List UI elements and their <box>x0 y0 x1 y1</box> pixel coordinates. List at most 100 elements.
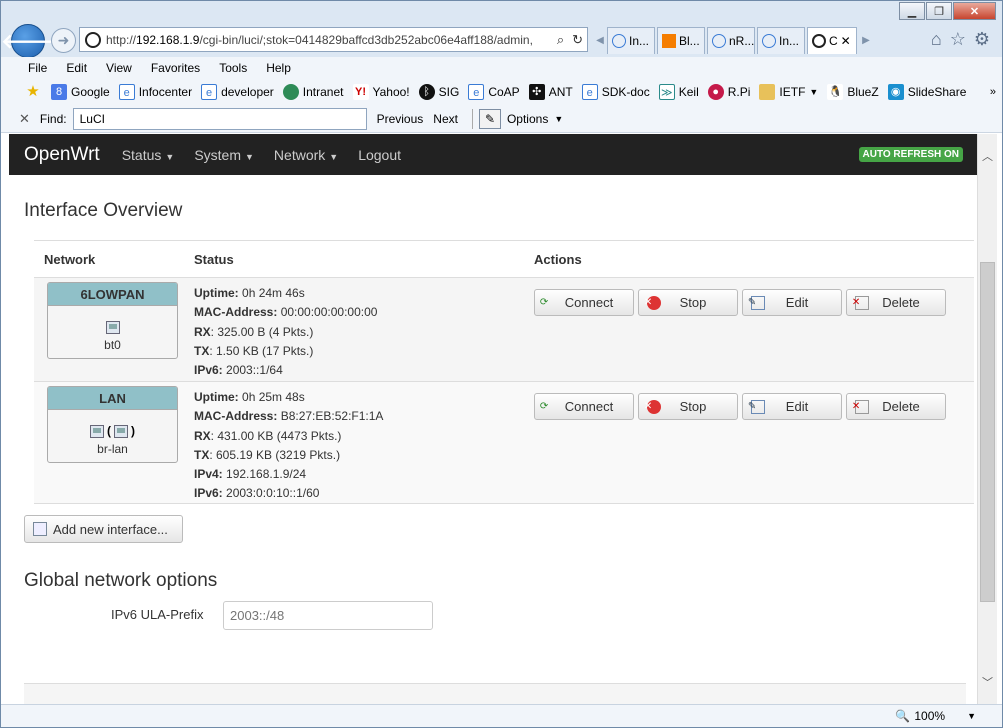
add-interface-button[interactable]: Add new interface... <box>24 515 183 543</box>
status-rx: RX: 431.00 KB (4473 Pkts.) <box>194 428 342 443</box>
delete-button[interactable]: ✕ Delete <box>846 289 946 316</box>
find-next-button[interactable]: Next <box>433 112 458 126</box>
menu-edit[interactable]: Edit <box>66 61 87 75</box>
connect-button[interactable]: ⟳ Connect <box>534 289 634 316</box>
fav-bluez[interactable]: 🐧 BlueZ <box>827 84 879 100</box>
fav-sdk-doc[interactable]: e SDK-doc <box>581 84 650 100</box>
network-cell: 6LOWPAN bt0 <box>34 278 184 381</box>
nav-logout[interactable]: Logout <box>358 147 401 163</box>
scroll-up-icon[interactable]: ︿ <box>978 148 997 164</box>
fav-ietf[interactable]: IETF ▼ <box>759 84 818 100</box>
tab-3[interactable]: nR... <box>707 27 755 54</box>
add-favorite-icon[interactable]: ★ <box>25 84 45 100</box>
minimize-icon[interactable]: ▁ <box>899 2 925 20</box>
chevron-down-icon: ▼ <box>809 87 819 97</box>
nav-status[interactable]: Status ▼ <box>122 147 175 163</box>
navigation-row: 🡐 ➜ http://192.168.1.9/cgi-bin/luci/;sto… <box>1 23 1002 58</box>
edit-icon: ✎ <box>748 399 765 414</box>
chevron-down-icon: ▼ <box>967 711 976 721</box>
vertical-scrollbar[interactable]: ︿ ﹀ <box>977 134 997 704</box>
interface-table: Network Status Actions 6LOWPAN bt0 Uptim… <box>34 240 974 504</box>
highlight-pencil-icon[interactable]: ✎ <box>478 108 501 129</box>
status-tx: TX: 1.50 KB (17 Pkts.) <box>194 343 314 358</box>
browser-tools: ⌂ ☆ ⚙ <box>931 29 990 50</box>
refresh-icon[interactable]: ↻ <box>568 32 587 48</box>
col-network: Network <box>44 251 96 267</box>
tab-4[interactable]: In... <box>757 27 805 54</box>
close-window-icon[interactable]: ✕ <box>953 2 996 20</box>
ula-prefix-input[interactable] <box>223 601 433 630</box>
reload-icon: ⟳ <box>539 401 549 412</box>
ula-prefix-label: IPv6 ULA-Prefix <box>111 607 204 622</box>
menu-tools[interactable]: Tools <box>219 61 247 75</box>
menu-help[interactable]: Help <box>266 61 291 75</box>
fav-developer[interactable]: e developer <box>201 84 274 100</box>
delete-button[interactable]: ✕ Delete <box>846 393 946 420</box>
browser-window: ▁ ❐ ✕ 🡐 ➜ http://192.168.1.9/cgi-bin/luc… <box>0 0 1003 728</box>
tab-scroll-right-icon[interactable]: ▶ <box>859 27 873 54</box>
favorites-overflow-icon[interactable]: » <box>990 86 996 98</box>
page-title: Interface Overview <box>24 200 183 221</box>
tab-close-icon[interactable]: ✕ <box>841 34 851 48</box>
network-adapter-icon <box>114 425 128 438</box>
menu-view[interactable]: View <box>106 61 132 75</box>
back-button[interactable]: 🡐 <box>1 24 55 58</box>
edit-button[interactable]: ✎ Edit <box>742 289 842 316</box>
find-options[interactable]: ✎ Options ▼ <box>471 108 563 129</box>
folder-icon <box>759 84 776 100</box>
stop-button[interactable]: ✕ Stop <box>638 393 738 420</box>
close-find-icon[interactable]: ✕ <box>19 111 30 127</box>
fav-intranet[interactable]: Intranet <box>282 84 344 100</box>
network-adapter-icon <box>105 321 120 334</box>
stop-button[interactable]: ✕ Stop <box>638 289 738 316</box>
fav-sig[interactable]: ᛒ SIG <box>418 84 459 100</box>
scrollbar-thumb[interactable] <box>980 262 995 602</box>
menu-favorites[interactable]: Favorites <box>151 61 200 75</box>
blogger-icon <box>662 34 676 48</box>
maximize-icon[interactable]: ❐ <box>926 2 952 20</box>
address-bar[interactable]: http://192.168.1.9/cgi-bin/luci/;stok=04… <box>79 27 588 52</box>
bridge-close-paren: ) <box>131 424 135 438</box>
brand-logo[interactable]: OpenWrt <box>24 144 100 166</box>
find-input[interactable] <box>72 107 367 130</box>
interface-badge: LAN () br-lan <box>47 386 178 463</box>
status-bar: 🔍 100% ▼ <box>1 704 1002 727</box>
find-previous-button[interactable]: Previous <box>377 112 424 126</box>
favorites-bar: ★ 8 Google e Infocenter e developer Intrane… <box>1 79 1002 105</box>
auto-refresh-badge[interactable]: AUTO REFRESH ON <box>858 147 963 162</box>
interface-icons: () <box>48 417 177 438</box>
fav-rpi[interactable]: ● R.Pi <box>707 84 750 100</box>
fav-ant[interactable]: ✣ ANT <box>528 84 573 100</box>
tab-1[interactable]: In... <box>607 27 655 54</box>
nav-network[interactable]: Network ▼ <box>274 147 338 163</box>
tab-2[interactable]: Bl... <box>657 27 705 54</box>
status-rx: RX: 325.00 B (4 Pkts.) <box>194 324 314 339</box>
status-cell: Uptime: 0h 24m 46s MAC-Address: 00:00:00… <box>184 278 534 381</box>
fav-coap[interactable]: e CoAP <box>468 84 520 100</box>
status-mac: MAC-Address: 00:00:00:00:00:00 <box>194 305 378 320</box>
menu-file[interactable]: File <box>28 61 47 75</box>
tab-scroll-left-icon[interactable]: ◀ <box>593 27 607 54</box>
edit-button[interactable]: ✎ Edit <box>742 393 842 420</box>
fav-keil[interactable]: ≫ Keil <box>658 84 699 100</box>
home-icon[interactable]: ⌂ <box>931 29 942 50</box>
find-label: Find: <box>39 111 67 126</box>
gear-icon[interactable]: ⚙ <box>974 29 990 50</box>
forward-button[interactable]: ➜ <box>51 28 76 53</box>
fav-google[interactable]: 8 Google <box>51 84 110 100</box>
fav-infocenter[interactable]: e Infocenter <box>118 84 192 100</box>
ie-page-icon: e <box>468 84 485 100</box>
zoom-control[interactable]: 🔍 100% ▼ <box>895 709 976 723</box>
connect-button[interactable]: ⟳ Connect <box>534 393 634 420</box>
tab-5-active[interactable]: C ✕ <box>807 27 857 54</box>
ie-page-icon <box>762 34 776 48</box>
find-options-label: Options <box>506 111 549 126</box>
nav-system[interactable]: System ▼ <box>194 147 254 163</box>
scroll-down-icon[interactable]: ﹀ <box>978 674 997 690</box>
globe-icon <box>282 84 299 100</box>
favorites-star-icon[interactable]: ☆ <box>950 29 966 50</box>
search-icon[interactable]: ⌕ <box>553 32 568 48</box>
fav-yahoo[interactable]: Y! Yahoo! <box>352 84 410 100</box>
fav-slideshare[interactable]: ◉ SlideShare <box>887 84 966 100</box>
zoom-magnifier-icon: 🔍 <box>895 709 911 723</box>
